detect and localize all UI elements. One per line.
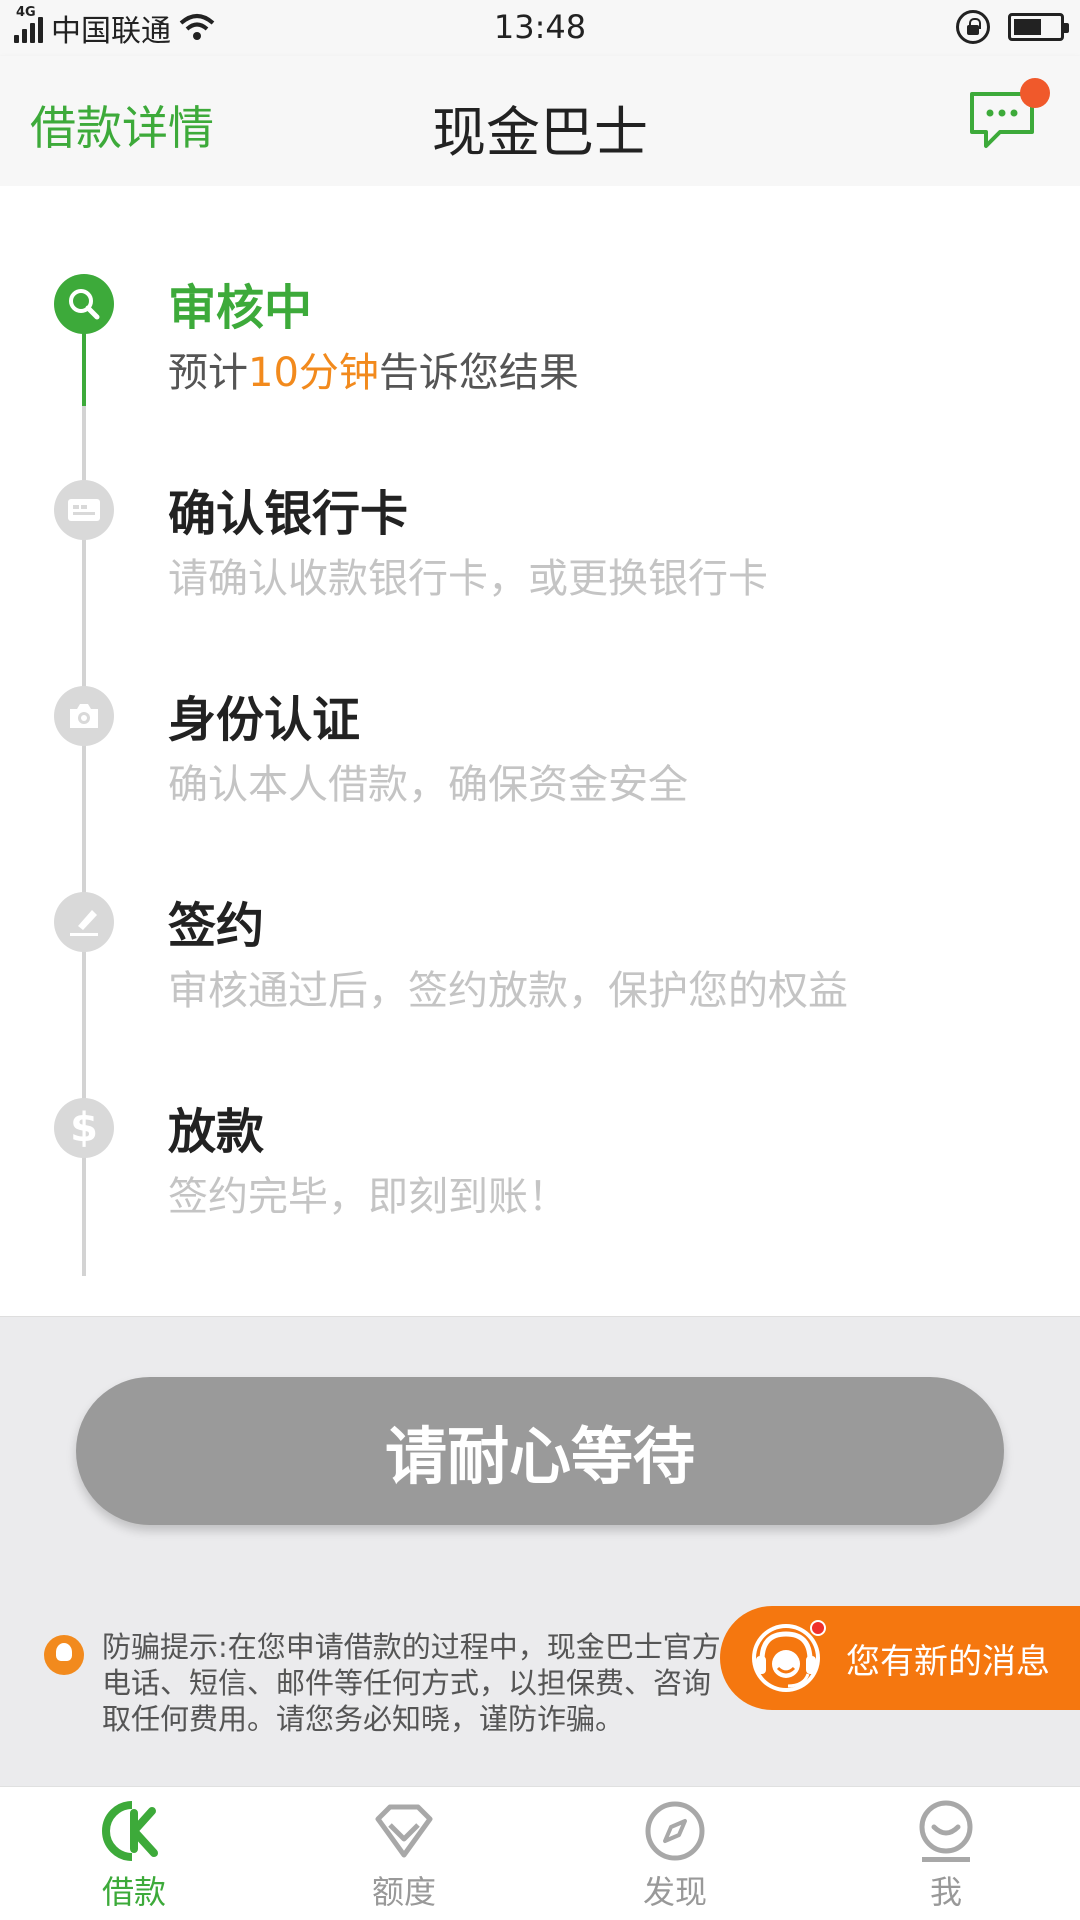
pen-icon: [54, 892, 114, 952]
lightbulb-icon: [44, 1635, 84, 1675]
loan-icon: [102, 1801, 158, 1861]
tab-limit[interactable]: 额度: [334, 1799, 474, 1919]
step-title: 身份认证: [168, 692, 361, 748]
please-wait-button[interactable]: 请耐心等待: [76, 1377, 1004, 1525]
step-title: 放款: [168, 1104, 265, 1160]
toast-label: 您有新的消息: [846, 1641, 1050, 1682]
step-desc: 签约完毕，即刻到账！: [168, 1174, 568, 1220]
rotation-lock-icon: [956, 10, 990, 44]
step-identity: 身份认证 确认本人借款，确保资金安全: [0, 686, 1080, 826]
search-icon: [54, 274, 114, 334]
nav-header: 借款详情 现金巴士: [0, 56, 1080, 186]
tab-label: 借款: [101, 1873, 166, 1911]
tab-discover[interactable]: 发现: [605, 1799, 745, 1919]
step-desc: 确认本人借款，确保资金安全: [168, 762, 688, 808]
step-title: 审核中: [168, 280, 313, 336]
message-button[interactable]: [966, 78, 1050, 156]
step-sign: 签约 审核通过后，签约放款，保护您的权益: [0, 892, 1080, 1032]
camera-icon: [54, 686, 114, 746]
eta-highlight: 10分钟: [248, 350, 379, 396]
step-desc: 请确认收款银行卡，或更换银行卡: [168, 556, 768, 602]
toast-badge: [810, 1620, 826, 1636]
page-title: 现金巴士: [432, 101, 648, 164]
progress-steps: 审核中 预计10分钟告诉您结果 确认银行卡 请确认收款银行卡，或更换银行卡 身份…: [0, 186, 1080, 1316]
step-desc: 预计10分钟告诉您结果: [168, 350, 579, 396]
action-area: 请耐心等待 防骗提示:在您申请借款的过程中，现金巴士官方 电话、短信、邮件等任何…: [0, 1316, 1080, 1786]
tab-label: 额度: [371, 1873, 436, 1911]
new-message-toast[interactable]: 您有新的消息: [720, 1606, 1080, 1710]
status-bar: 4G 中国联通 13:48: [0, 0, 1080, 56]
compass-icon: [645, 1801, 705, 1861]
tab-me[interactable]: 我: [876, 1799, 1016, 1919]
smile-icon: [919, 1800, 973, 1862]
tab-label: 我: [929, 1873, 962, 1911]
step-disburse: $ 放款 签约完毕，即刻到账！: [0, 1098, 1080, 1238]
step-title: 确认银行卡: [168, 486, 409, 542]
step-desc: 审核通过后，签约放款，保护您的权益: [168, 968, 848, 1014]
step-title: 签约: [168, 898, 265, 954]
battery-icon: [1008, 13, 1069, 41]
tab-loan[interactable]: 借款: [64, 1799, 204, 1919]
step-bank-card: 确认银行卡 请确认收款银行卡，或更换银行卡: [0, 480, 1080, 620]
diamond-icon: [375, 1804, 433, 1858]
card-icon: [54, 480, 114, 540]
customer-service-icon: [748, 1620, 826, 1696]
status-right: [956, 10, 1069, 44]
bottom-tab-bar: 借款 额度 发现 我: [0, 1786, 1080, 1920]
dollar-icon: $: [54, 1098, 114, 1158]
clock: 13:48: [493, 8, 587, 46]
unread-badge: [1020, 78, 1050, 108]
step-review: 审核中 预计10分钟告诉您结果: [0, 274, 1080, 414]
tab-label: 发现: [642, 1873, 707, 1911]
